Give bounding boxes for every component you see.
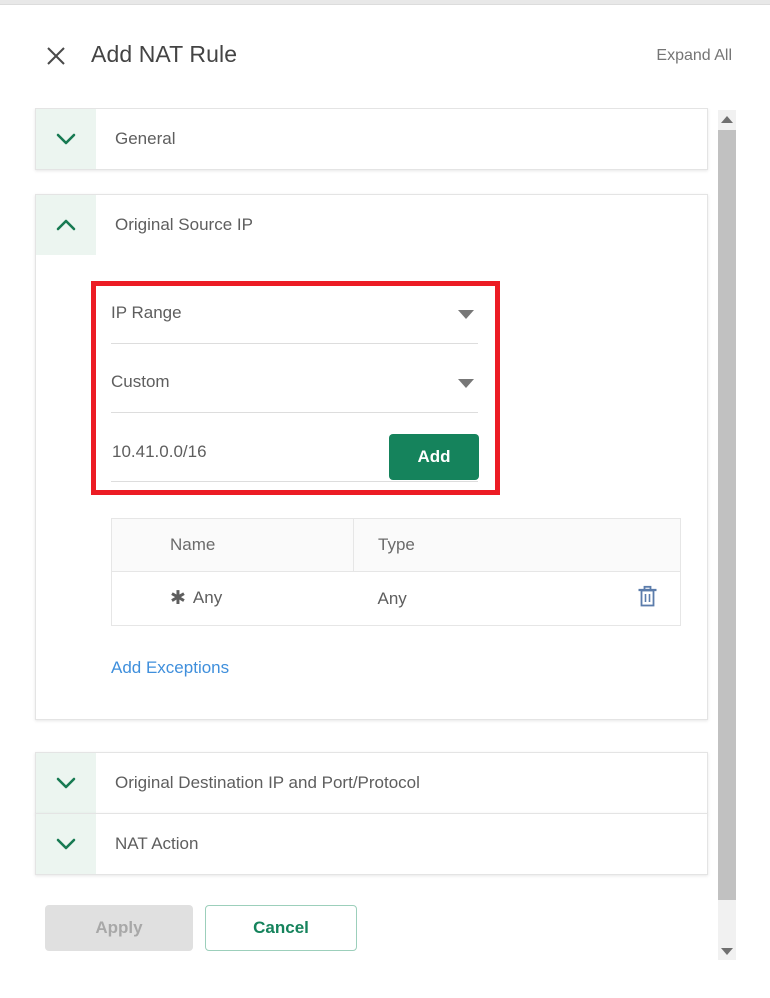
vertical-scrollbar[interactable] <box>718 110 736 960</box>
ip-address-input[interactable] <box>111 434 362 462</box>
chevron-down-icon[interactable] <box>36 753 96 813</box>
chevron-down-icon <box>458 379 474 388</box>
scroll-up-arrow-icon[interactable] <box>718 110 736 128</box>
dialog-scroll-area: General Original Source IP Original Dest… <box>0 108 770 893</box>
scroll-down-arrow-icon[interactable] <box>718 942 736 960</box>
add-exceptions-link[interactable]: Add Exceptions <box>111 658 229 678</box>
section-title: Original Destination IP and Port/Protoco… <box>115 773 420 792</box>
column-header-actions <box>618 519 680 572</box>
cell-type: Any <box>353 571 618 625</box>
column-header-type: Type <box>353 519 618 572</box>
section-title: General <box>115 129 176 148</box>
scrollbar-thumb[interactable] <box>718 130 736 900</box>
section-title: NAT Action <box>115 834 199 853</box>
match-type-select[interactable]: IP Range <box>111 296 478 344</box>
section-original-destination-ip: Original Destination IP and Port/Protoco… <box>35 752 708 814</box>
apply-button[interactable]: Apply <box>45 905 193 951</box>
chevron-down-icon[interactable] <box>36 814 96 874</box>
section-general-header[interactable]: General <box>36 109 707 169</box>
section-nat-action-header[interactable]: NAT Action <box>36 814 707 874</box>
cell-name-text: Any <box>192 588 223 607</box>
asterisk-icon: ✱ <box>170 588 186 609</box>
source-mode-value: Custom <box>111 372 170 391</box>
source-mode-select[interactable]: Custom <box>111 365 478 413</box>
column-header-name: Name <box>112 519 354 572</box>
dialog-footer: Apply Cancel <box>0 893 770 998</box>
section-nat-action: NAT Action <box>35 813 708 875</box>
match-type-value: IP Range <box>111 303 182 322</box>
chevron-down-icon[interactable] <box>36 109 96 169</box>
trash-icon[interactable] <box>637 585 658 608</box>
cell-actions <box>618 571 680 625</box>
input-underline <box>111 481 478 482</box>
section-original-destination-ip-header[interactable]: Original Destination IP and Port/Protoco… <box>36 753 707 813</box>
page-title: Add NAT Rule <box>91 41 238 67</box>
cancel-button[interactable]: Cancel <box>205 905 357 951</box>
section-original-source-ip-header[interactable]: Original Source IP <box>36 195 707 255</box>
section-title: Original Source IP <box>115 215 253 234</box>
chevron-down-icon <box>458 310 474 319</box>
section-general: General <box>35 108 708 170</box>
chevron-up-icon[interactable] <box>36 195 96 255</box>
expand-all-link[interactable]: Expand All <box>656 47 732 65</box>
source-ip-form: IP Range Custom Add <box>111 296 479 482</box>
dialog-header: Add NAT Rule Expand All <box>0 5 770 101</box>
cell-name: ✱ Any <box>112 571 354 625</box>
add-button[interactable]: Add <box>389 434 479 480</box>
table-row: ✱ Any Any <box>112 571 680 625</box>
table-header-row: Name Type <box>112 519 680 572</box>
ip-input-row: Add <box>111 434 479 482</box>
exceptions-table: Name Type ✱ Any Any <box>111 518 681 626</box>
close-icon[interactable] <box>42 42 70 70</box>
